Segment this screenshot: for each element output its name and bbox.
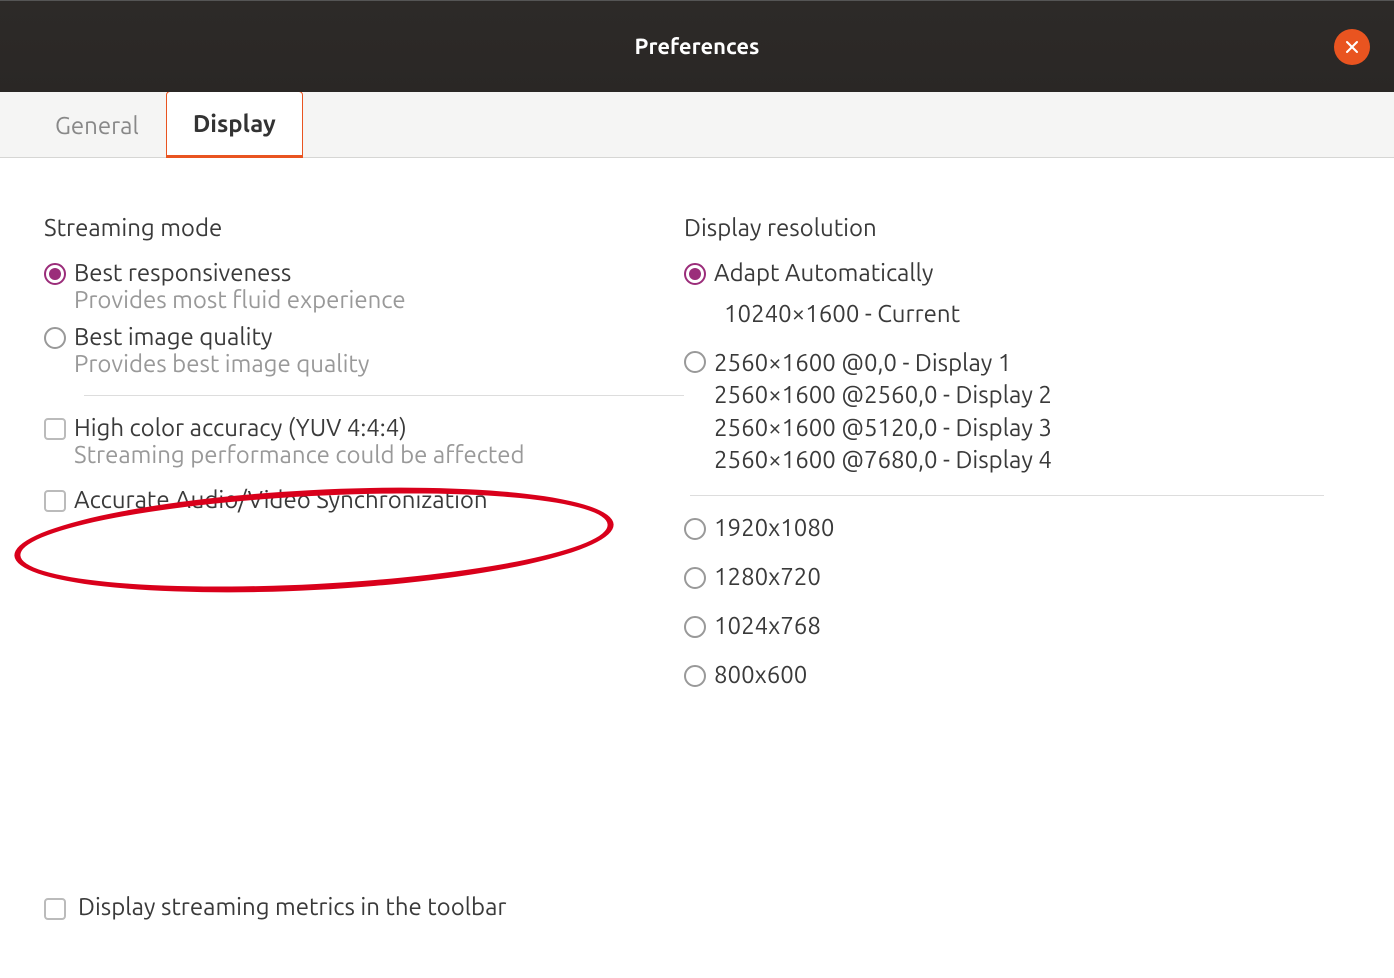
radio-per-display[interactable] <box>684 351 706 373</box>
display-4-label: 2560×1600 @7680,0 - Display 4 <box>714 444 1052 476</box>
checkbox-high-color[interactable] <box>44 418 66 440</box>
option-1024x768[interactable]: 1024x768 <box>684 612 1324 639</box>
titlebar: Preferences <box>0 0 1394 92</box>
tab-display[interactable]: Display <box>166 91 303 158</box>
high-color-sub: Streaming performance could be affected <box>74 441 525 468</box>
separator <box>690 495 1324 496</box>
option-800x600[interactable]: 800x600 <box>684 661 1324 688</box>
close-icon <box>1344 39 1360 55</box>
streaming-heading: Streaming mode <box>44 214 684 241</box>
best-responsiveness-sub: Provides most fluid experience <box>74 286 406 313</box>
option-streaming-metrics[interactable]: Display streaming metrics in the toolbar <box>44 893 507 920</box>
best-responsiveness-label: Best responsiveness <box>74 259 406 286</box>
best-image-quality-label: Best image quality <box>74 323 369 350</box>
option-1280x720[interactable]: 1280x720 <box>684 563 1324 590</box>
option-high-color[interactable]: High color accuracy (YUV 4:4:4) Streamin… <box>44 414 684 468</box>
radio-1920x1080[interactable] <box>684 518 706 540</box>
adapt-auto-label: Adapt Automatically <box>714 259 934 286</box>
label-1024x768: 1024x768 <box>714 612 821 639</box>
streaming-metrics-label: Display streaming metrics in the toolbar <box>78 893 507 920</box>
close-button[interactable] <box>1334 29 1370 65</box>
display-1-label: 2560×1600 @0,0 - Display 1 <box>714 347 1052 379</box>
radio-best-image-quality[interactable] <box>44 327 66 349</box>
option-best-image-quality[interactable]: Best image quality Provides best image q… <box>44 323 684 377</box>
separator <box>84 395 684 396</box>
av-sync-label: Accurate Audio/Video Synchronization <box>74 486 488 513</box>
radio-1280x720[interactable] <box>684 567 706 589</box>
resolution-section: Display resolution Adapt Automatically 1… <box>684 214 1324 710</box>
resolution-heading: Display resolution <box>684 214 1324 241</box>
display-3-label: 2560×1600 @5120,0 - Display 3 <box>714 412 1052 444</box>
window-title: Preferences <box>635 34 760 59</box>
display-2-label: 2560×1600 @2560,0 - Display 2 <box>714 379 1052 411</box>
radio-best-responsiveness[interactable] <box>44 263 66 285</box>
label-800x600: 800x600 <box>714 661 807 688</box>
current-resolution: 10240×1600 - Current <box>724 300 1324 327</box>
checkbox-streaming-metrics[interactable] <box>44 898 66 920</box>
radio-adapt-auto[interactable] <box>684 263 706 285</box>
radio-800x600[interactable] <box>684 665 706 687</box>
radio-1024x768[interactable] <box>684 616 706 638</box>
option-1920x1080[interactable]: 1920x1080 <box>684 514 1324 541</box>
label-1920x1080: 1920x1080 <box>714 514 834 541</box>
high-color-label: High color accuracy (YUV 4:4:4) <box>74 414 525 441</box>
streaming-section: Streaming mode Best responsiveness Provi… <box>44 214 684 710</box>
option-adapt-auto[interactable]: Adapt Automatically <box>684 259 1324 286</box>
label-1280x720: 1280x720 <box>714 563 821 590</box>
tab-bar: General Display <box>0 92 1394 158</box>
content-area: Streaming mode Best responsiveness Provi… <box>0 158 1394 730</box>
option-per-display[interactable]: 2560×1600 @0,0 - Display 1 2560×1600 @25… <box>684 347 1324 477</box>
best-image-quality-sub: Provides best image quality <box>74 350 369 377</box>
checkbox-av-sync[interactable] <box>44 490 66 512</box>
option-best-responsiveness[interactable]: Best responsiveness Provides most fluid … <box>44 259 684 313</box>
tab-general[interactable]: General <box>28 93 166 157</box>
option-av-sync[interactable]: Accurate Audio/Video Synchronization <box>44 486 684 513</box>
